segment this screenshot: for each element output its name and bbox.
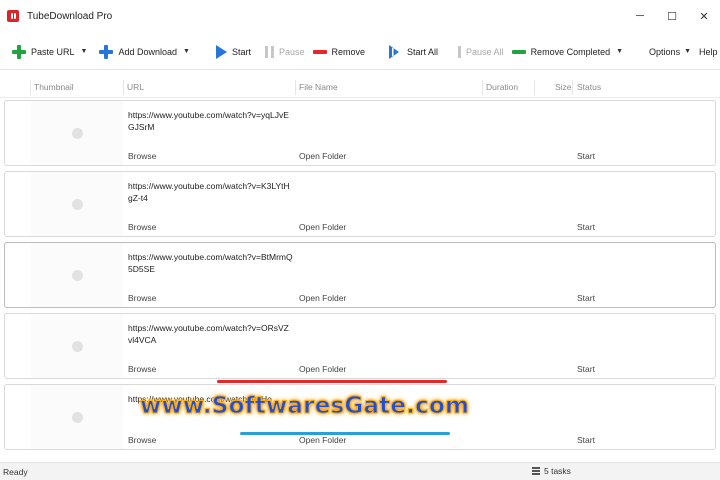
play-icon: [215, 44, 227, 59]
minus-icon: [312, 49, 327, 54]
column-divider: [572, 80, 573, 95]
column-file-name[interactable]: File Name: [299, 82, 338, 92]
thumbnail-placeholder: [31, 243, 123, 307]
browse-link[interactable]: Browse: [128, 364, 156, 374]
column-status[interactable]: Status: [577, 82, 601, 92]
remove-label: Remove: [331, 46, 366, 57]
start-link[interactable]: Start: [577, 222, 595, 232]
pause-all-icon: [458, 45, 462, 58]
maximize-button[interactable]: ☐: [656, 0, 688, 32]
thumbnail-placeholder: [31, 172, 123, 236]
row-url: https://www.youtube.com/watch?v=ORsVZvl4…: [128, 323, 289, 345]
plus-icon: [99, 44, 114, 59]
column-url[interactable]: URL: [127, 82, 144, 92]
start-button[interactable]: Start: [212, 40, 255, 64]
remove-completed-button[interactable]: Remove Completed ▼: [508, 40, 627, 64]
chevron-down-icon: ▼: [684, 48, 692, 55]
loading-dot-icon: [71, 269, 83, 281]
column-size[interactable]: Size: [555, 82, 572, 92]
add-download-label: Add Download: [118, 46, 178, 57]
pause-all-label: Pause All: [466, 46, 504, 57]
column-divider: [295, 80, 296, 95]
watermark-stripe-bottom: [240, 432, 450, 435]
minimize-button[interactable]: ─: [624, 0, 656, 32]
paste-url-button[interactable]: Paste URL ▼: [8, 40, 91, 64]
table-row[interactable]: https://www.youtube.com/watch?v=K3LYtHgZ…: [4, 171, 716, 237]
thumbnail-placeholder: [31, 314, 123, 378]
pause-icon: [264, 45, 274, 58]
thumbnail-placeholder: [31, 385, 123, 449]
loading-dot-icon: [71, 340, 83, 352]
options-menu[interactable]: Options ▼: [645, 40, 695, 64]
watermark-stripe-top: [217, 380, 447, 383]
column-thumbnail[interactable]: Thumbnail: [34, 82, 74, 92]
paste-url-label: Paste URL: [31, 46, 75, 57]
start-link[interactable]: Start: [577, 151, 595, 161]
task-count-label: 5 tasks: [544, 466, 571, 476]
open-folder-link[interactable]: Open Folder: [299, 222, 346, 232]
thumbnail-placeholder: [31, 101, 123, 165]
row-url: https://www.youtube.com/watch?v=yqLJvEGJ…: [128, 110, 289, 132]
pause-label: Pause: [278, 46, 305, 57]
browse-link[interactable]: Browse: [128, 435, 156, 445]
window-controls: ─ ☐ ✕: [624, 0, 720, 32]
table-header: Thumbnail URL File Name Duration Size St…: [0, 78, 720, 98]
column-divider: [534, 80, 535, 95]
loading-dot-icon: [71, 411, 83, 423]
start-label: Start: [231, 46, 251, 57]
open-folder-link[interactable]: Open Folder: [299, 364, 346, 374]
window-title: TubeDownload Pro: [27, 10, 113, 22]
browse-link[interactable]: Browse: [128, 151, 156, 161]
start-all-label: Start All: [407, 46, 439, 57]
chevron-down-icon[interactable]: ▼: [616, 48, 623, 55]
table-row[interactable]: https://www.youtube.com/watch?v=BtMrmQ5D…: [4, 242, 716, 308]
watermark: www.SoftwaresGate.com: [139, 393, 470, 420]
list-icon: [532, 467, 540, 475]
start-link[interactable]: Start: [577, 293, 595, 303]
column-divider: [482, 80, 483, 95]
close-button[interactable]: ✕: [688, 0, 720, 32]
browse-link[interactable]: Browse: [128, 222, 156, 232]
open-folder-link[interactable]: Open Folder: [299, 435, 346, 445]
column-divider: [123, 80, 124, 95]
pause-button[interactable]: Pause: [261, 40, 309, 64]
table-row[interactable]: https://www.youtube.com/watch?v=yqLJvEGJ…: [4, 100, 716, 166]
pause-all-button[interactable]: Pause All: [454, 40, 508, 64]
row-url: https://www.youtube.com/watch?v=K3LYtHgZ…: [128, 181, 290, 203]
start-link[interactable]: Start: [577, 435, 595, 445]
chevron-down-icon[interactable]: ▼: [81, 48, 88, 55]
options-label: Options: [649, 46, 681, 57]
help-menu[interactable]: Help ▼: [695, 40, 720, 64]
app-logo-icon: [7, 10, 19, 22]
toolbar: Paste URL ▼ Add Download ▼ Start Pause R…: [0, 34, 720, 70]
row-url: https://www.youtube.com/watch?v=BtMrmQ5D…: [128, 252, 293, 274]
chevron-down-icon[interactable]: ▼: [183, 48, 190, 55]
open-folder-link[interactable]: Open Folder: [299, 151, 346, 161]
start-link[interactable]: Start: [577, 364, 595, 374]
task-count: 5 tasks: [532, 466, 571, 476]
loading-dot-icon: [71, 198, 83, 210]
status-bar: Ready 5 tasks: [0, 462, 720, 480]
title-bar: TubeDownload Pro ─ ☐ ✕: [0, 0, 720, 32]
browse-link[interactable]: Browse: [128, 293, 156, 303]
loading-dot-icon: [71, 127, 83, 139]
plus-icon: [12, 44, 26, 59]
open-folder-link[interactable]: Open Folder: [299, 293, 346, 303]
column-duration[interactable]: Duration: [486, 82, 518, 92]
column-divider: [30, 80, 31, 95]
start-all-button[interactable]: Start All: [385, 40, 442, 64]
minus-icon: [511, 49, 526, 54]
add-download-button[interactable]: Add Download ▼: [95, 40, 193, 64]
start-all-icon: [389, 44, 402, 59]
remove-completed-label: Remove Completed: [530, 46, 611, 57]
help-label: Help: [699, 46, 718, 57]
status-text: Ready: [3, 467, 28, 477]
remove-button[interactable]: Remove: [309, 40, 370, 64]
table-row[interactable]: https://www.youtube.com/watch?v=ORsVZvl4…: [4, 313, 716, 379]
